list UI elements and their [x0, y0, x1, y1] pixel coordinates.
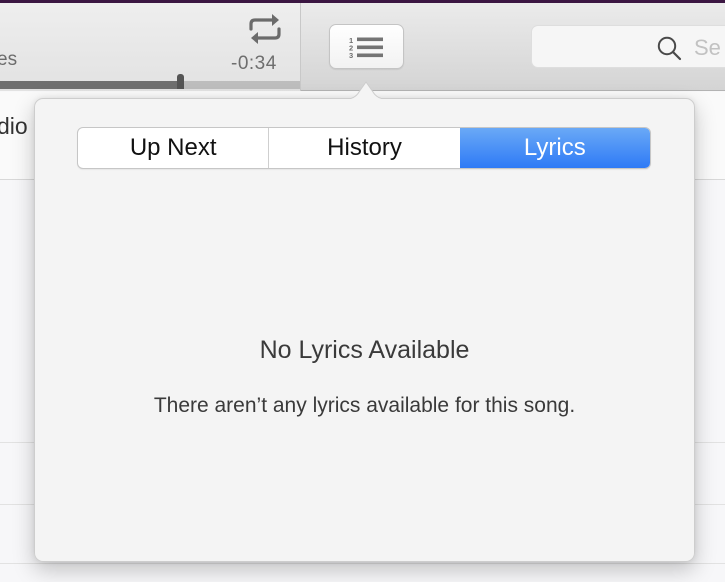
playback-progress-bar[interactable] [0, 74, 300, 90]
search-placeholder: Se [694, 35, 721, 60]
search-icon [657, 36, 682, 61]
popover-caret [345, 81, 387, 100]
progress-knob[interactable] [177, 74, 184, 89]
numbered-list-icon: 1 2 3 [349, 36, 383, 59]
now-playing-artist: es [0, 49, 18, 70]
tab-up-next[interactable]: Up Next [78, 128, 268, 168]
empty-state-message: There aren’t any lyrics available for th… [153, 394, 576, 417]
empty-state-title: No Lyrics Available [259, 336, 470, 364]
up-next-button[interactable]: 1 2 3 [329, 24, 404, 69]
tab-lyrics[interactable]: Lyrics [459, 128, 650, 168]
repeat-icon[interactable] [245, 12, 285, 46]
tab-radio-fragment[interactable]: dio [0, 113, 28, 140]
remaining-time: -0:34 [231, 53, 277, 74]
svg-text:3: 3 [349, 51, 353, 59]
popover-segmented-control: Up Next History Lyrics [77, 127, 651, 169]
itunes-window: es -0:34 1 2 3 Se dio Store [0, 0, 725, 582]
search-field[interactable]: Se [531, 25, 725, 68]
row-divider [0, 563, 725, 564]
progress-fill [0, 81, 180, 89]
tab-history[interactable]: History [268, 128, 459, 168]
now-playing-display: es -0:34 [0, 3, 301, 91]
